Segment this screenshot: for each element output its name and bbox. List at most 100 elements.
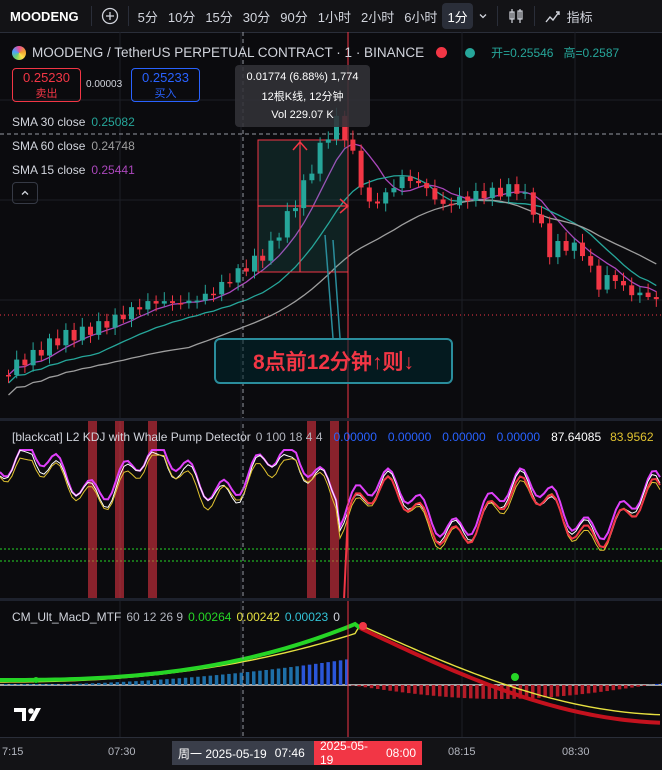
callout-annotation[interactable]: 8点前12分钟↑则↓ bbox=[214, 338, 453, 384]
sell-button[interactable]: 0.25230 卖出 bbox=[12, 68, 81, 102]
macd-bar bbox=[531, 685, 535, 698]
interval-15m[interactable]: 15分 bbox=[200, 3, 237, 29]
chart-title[interactable]: MOODENG / TetherUS PERPETUAL CONTRACT · … bbox=[32, 45, 424, 60]
panel-divider[interactable] bbox=[0, 418, 662, 421]
time-label: 08:15 bbox=[448, 746, 476, 758]
whale-pump-bars bbox=[88, 421, 339, 598]
kdj-legend: [blackcat] L2 KDJ with Whale Pump Detect… bbox=[12, 430, 654, 444]
chevron-up-icon bbox=[20, 188, 30, 198]
macd-bar bbox=[314, 664, 318, 685]
macd-value-2: 0.00242 bbox=[236, 610, 279, 624]
candle-body bbox=[88, 327, 93, 335]
sma15-legend[interactable]: SMA 15 close0.25441 bbox=[12, 158, 135, 182]
macd-bar bbox=[475, 685, 479, 699]
macd-bar bbox=[550, 685, 554, 697]
candle-body bbox=[482, 191, 487, 198]
kdj-title[interactable]: [blackcat] L2 KDJ with Whale Pump Detect… bbox=[12, 430, 251, 444]
macd-legend: CM_Ult_MacD_MTF 60 12 26 9 0.00264 0.002… bbox=[12, 610, 340, 624]
interval-90m[interactable]: 90分 bbox=[275, 3, 312, 29]
candle-body bbox=[121, 315, 126, 320]
candle-body bbox=[6, 375, 11, 377]
macd-bar bbox=[438, 685, 442, 696]
kdj-value-1: 0.00000 bbox=[334, 430, 377, 444]
candle-body bbox=[441, 199, 446, 203]
candle-body bbox=[22, 360, 27, 366]
price-range-measure bbox=[258, 140, 348, 338]
chevron-down-icon[interactable] bbox=[473, 3, 493, 29]
candle-body bbox=[227, 282, 232, 284]
candle-body bbox=[408, 177, 413, 181]
macd-bar bbox=[4, 684, 8, 685]
macd-bar bbox=[419, 685, 423, 695]
indicators-icon bbox=[544, 7, 562, 25]
candle-body bbox=[268, 241, 273, 261]
sma60-legend[interactable]: SMA 60 close0.24748 bbox=[12, 134, 135, 158]
candle-body bbox=[449, 204, 454, 206]
candle-body bbox=[318, 143, 323, 174]
crosshair-date: 周一 2025-05-19 bbox=[178, 745, 267, 762]
candle-body bbox=[498, 188, 503, 197]
sma60-label: SMA 60 close bbox=[12, 134, 85, 158]
candle-body bbox=[580, 243, 585, 256]
candle-body bbox=[555, 241, 560, 257]
candle-body bbox=[572, 243, 577, 251]
sma60-value: 0.24748 bbox=[91, 134, 134, 158]
candle-body bbox=[145, 301, 150, 309]
macd-bar bbox=[463, 685, 467, 698]
interval-5m[interactable]: 5分 bbox=[133, 3, 163, 29]
candle-body bbox=[547, 223, 552, 257]
interval-6h[interactable]: 6小时 bbox=[399, 3, 442, 29]
macd-value-3: 0.00023 bbox=[285, 610, 328, 624]
buy-button[interactable]: 0.25233 买入 bbox=[131, 68, 200, 102]
macd-signal-down bbox=[360, 628, 660, 723]
symbol-name[interactable]: MOODENG bbox=[10, 9, 79, 24]
candle-body bbox=[219, 282, 224, 294]
candle-body bbox=[63, 330, 68, 345]
candle-body bbox=[96, 321, 101, 335]
symbol-search[interactable]: MOODENG bbox=[0, 9, 87, 24]
collapse-legend-button[interactable] bbox=[12, 182, 38, 204]
macd-cross-dot bbox=[33, 677, 39, 683]
candle-body bbox=[539, 215, 544, 224]
macd-value-1: 0.00264 bbox=[188, 610, 231, 624]
candle-body bbox=[80, 327, 85, 341]
macd-bar bbox=[54, 684, 58, 685]
sell-price: 0.25230 bbox=[23, 70, 70, 85]
indicators-button[interactable]: 指标 bbox=[539, 3, 598, 29]
candle-body bbox=[367, 187, 372, 201]
interval-1h[interactable]: 1小时 bbox=[313, 3, 356, 29]
panel-divider[interactable] bbox=[0, 598, 662, 601]
macd-bar bbox=[252, 671, 256, 685]
candle-type-icon[interactable] bbox=[502, 3, 530, 29]
macd-bar bbox=[605, 685, 609, 691]
candle-body bbox=[277, 237, 282, 240]
candle-body bbox=[465, 196, 470, 200]
macd-bar bbox=[16, 684, 20, 685]
candle-body bbox=[162, 301, 167, 303]
macd-bar bbox=[215, 675, 219, 685]
macd-bar bbox=[469, 685, 473, 698]
add-symbol-icon[interactable] bbox=[96, 3, 124, 29]
macd-bar bbox=[333, 661, 337, 685]
macd-bar bbox=[23, 684, 27, 685]
candle-body bbox=[646, 293, 651, 297]
macd-bar bbox=[339, 660, 343, 685]
macd-title[interactable]: CM_Ult_MacD_MTF bbox=[12, 610, 121, 624]
macd-bar bbox=[258, 671, 262, 685]
whale-pump-bar bbox=[307, 421, 316, 598]
sma30-legend[interactable]: SMA 30 close0.25082 bbox=[12, 110, 135, 134]
macd-bar bbox=[277, 669, 281, 685]
macd-bar bbox=[636, 685, 640, 687]
time-axis[interactable]: 7:15 07:30 08:15 08:30 周一 2025-05-19 07:… bbox=[0, 737, 662, 770]
macd-bar bbox=[612, 685, 616, 690]
interval-30m[interactable]: 30分 bbox=[238, 3, 275, 29]
macd-bar bbox=[593, 685, 597, 693]
tradingview-logo[interactable] bbox=[14, 705, 46, 726]
interval-1m[interactable]: 1分 bbox=[442, 3, 472, 29]
macd-cross-dot bbox=[359, 622, 367, 630]
macd-bar bbox=[190, 677, 194, 685]
buy-price: 0.25233 bbox=[142, 70, 189, 85]
interval-2h[interactable]: 2小时 bbox=[356, 3, 399, 29]
interval-10m[interactable]: 10分 bbox=[163, 3, 200, 29]
measure-change: 0.01774 (6.88%) 1,774 bbox=[247, 71, 359, 83]
